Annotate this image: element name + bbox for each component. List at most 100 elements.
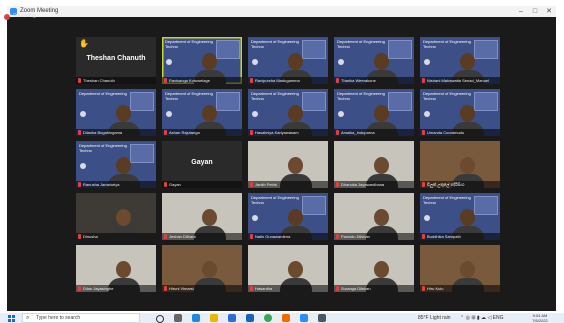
participant-tile[interactable]: Department of Engineering Dilanka Bogahin…	[76, 89, 156, 136]
zoom-taskbar-icon[interactable]	[300, 314, 308, 322]
participant-video-head	[374, 105, 389, 122]
clock[interactable]: 9:04 AM 7/6/2022	[527, 313, 553, 323]
participant-tile[interactable]: ඩිලුක් උකුලේ එදිරිසිංහ	[420, 141, 500, 188]
name-bar: Hasantha	[248, 285, 328, 292]
logo-icon	[252, 215, 258, 221]
name-bar: Dilan Jayasinghe	[76, 285, 156, 292]
participant-tile[interactable]: Jeshan Dilhara	[162, 193, 242, 240]
recording-label[interactable]: Recording	[13, 12, 36, 21]
muted-mic-icon	[336, 234, 339, 239]
participant-name: Ravisanga Kotuwelage	[169, 78, 210, 83]
muted-mic-icon	[78, 78, 81, 83]
participant-video-head	[460, 105, 475, 122]
participant-tile[interactable]: Department of Engineering Techno Nishani …	[420, 37, 500, 84]
participant-name: Buddhika Sampath	[427, 234, 461, 239]
store-icon[interactable]	[228, 314, 236, 322]
participant-name: Suranga Dilshan	[341, 286, 371, 291]
participant-tile[interactable]: Dinusha	[76, 193, 156, 240]
participant-video-head	[374, 261, 389, 278]
windows-start-icon[interactable]	[8, 315, 15, 322]
participant-video-head	[374, 53, 389, 70]
name-bar: Nalin Gunawardena	[248, 233, 328, 240]
participant-tile[interactable]: Hasantha	[248, 245, 328, 292]
participant-tile[interactable]: Suranga Dilshan	[334, 245, 414, 292]
mail-icon[interactable]	[246, 314, 254, 322]
participant-name: Tharika Weerakone	[341, 78, 376, 83]
participant-tile[interactable]: Department of Engineering Techno Ravisang…	[162, 37, 242, 84]
name-bar: Janith Peiris	[248, 181, 328, 188]
app-icon[interactable]	[318, 314, 326, 322]
participant-tile[interactable]: Department of Engineering Techno Buddhika…	[420, 193, 500, 240]
slide-thumbnail	[474, 40, 498, 59]
file-explorer-icon[interactable]	[210, 314, 218, 322]
muted-mic-icon	[336, 286, 339, 291]
participant-tile[interactable]: Department of Engineering Techno Ranusha …	[76, 141, 156, 188]
participant-video-head	[460, 53, 475, 70]
logo-icon	[252, 59, 258, 65]
virtual-background-text: Department of Engineering	[79, 91, 127, 96]
participant-tile[interactable]: Department of Engineering Techno Tharika …	[334, 37, 414, 84]
virtual-background-text: Department of Engineering Techno	[337, 39, 385, 49]
participant-tile[interactable]: Department of Engineering Techno Amalka_I…	[334, 89, 414, 136]
participant-tile[interactable]: Hiruni Vimarsi	[162, 245, 242, 292]
participant-name: Theshan Chanuth	[83, 78, 115, 83]
participant-tile[interactable]: Department of Engineering Techno Umanda C…	[420, 89, 500, 136]
task-view-icon[interactable]	[174, 314, 182, 322]
participant-tile[interactable]: Pasindu Dilshan	[334, 193, 414, 240]
participant-tile[interactable]: Department of Engineering Techno Nalin Gu…	[248, 193, 328, 240]
weather-widget[interactable]: 85°F Light rain	[418, 313, 451, 323]
participant-display-name: Theshan Chanuth	[86, 55, 146, 62]
participant-tile[interactable]: Dhanuka Jayawardhana	[334, 141, 414, 188]
maximize-button[interactable]: □	[528, 6, 542, 17]
cortana-icon[interactable]	[156, 315, 164, 323]
muted-mic-icon	[164, 234, 167, 239]
participant-tile[interactable]: Dilan Jayasinghe	[76, 245, 156, 292]
muted-mic-icon	[78, 130, 81, 135]
participant-tile[interactable]: Department of Engineering Techno Hasalini…	[248, 89, 328, 136]
participant-name: ඩිලුක් උකුලේ එදිරිසිංහ	[427, 182, 465, 187]
slide-thumbnail	[130, 92, 154, 111]
participant-video-head	[374, 157, 389, 174]
virtual-background-text: Department of Engineering Techno	[251, 91, 299, 101]
participant-tile[interactable]: Department of Engineering Techno Ashan Ra…	[162, 89, 242, 136]
participant-video-head	[202, 105, 217, 122]
logo-icon	[80, 163, 86, 169]
participant-name: Gayan	[169, 182, 181, 187]
slide-thumbnail	[302, 40, 326, 59]
name-bar: Dhanuka Jayawardhana	[334, 181, 414, 188]
participant-name: Ravipursha Madugamma	[255, 78, 300, 83]
participant-tile[interactable]: Gayan Gayan	[162, 141, 242, 188]
participant-tile[interactable]: Theshan Chanuth ✋ Theshan Chanuth	[76, 37, 156, 84]
name-bar: Hasaliniya Kariyawasam	[248, 129, 328, 136]
muted-mic-icon	[78, 234, 81, 239]
minimize-button[interactable]: –	[514, 6, 528, 17]
participant-tile[interactable]: Janith Peiris	[248, 141, 328, 188]
logo-icon	[424, 59, 430, 65]
search-icon: ⌕	[26, 315, 30, 321]
participant-tile[interactable]: Department of Engineering Techno Ravipurs…	[248, 37, 328, 84]
search-placeholder[interactable]: Type here to search	[36, 313, 80, 323]
name-bar: Gayan	[162, 181, 242, 188]
name-bar: Ashan Rajutanga	[162, 129, 242, 136]
virtual-background-text: Department of Engineering Techno	[251, 39, 299, 49]
close-button[interactable]: ✕	[542, 6, 556, 17]
participant-video-head	[202, 209, 217, 226]
slide-thumbnail	[388, 40, 412, 59]
participant-name: Ashan Rajutanga	[169, 130, 200, 135]
logo-icon	[166, 111, 172, 117]
system-tray-icons[interactable]: ⌃ ◎ ⊞ ▮ ☁ ◁ ENG	[460, 313, 504, 323]
participant-name: Pasindu Dilshan	[341, 234, 370, 239]
app-icon[interactable]	[282, 314, 290, 322]
participant-name: Nishani Mahawatta Senad_Manuel	[427, 78, 490, 83]
participant-video-head	[460, 261, 475, 278]
chrome-icon[interactable]	[264, 314, 272, 322]
participant-video-head	[288, 261, 303, 278]
slide-thumbnail	[216, 92, 240, 111]
name-bar: Dilanka Bogahingama	[76, 129, 156, 136]
edge-browser-icon[interactable]	[192, 314, 200, 322]
participant-name: Nalin Gunawardena	[255, 234, 291, 239]
logo-icon	[252, 111, 258, 117]
muted-mic-icon	[336, 182, 339, 187]
clock-date: 7/6/2022	[532, 318, 548, 323]
participant-tile[interactable]: Hiru Kulu	[420, 245, 500, 292]
